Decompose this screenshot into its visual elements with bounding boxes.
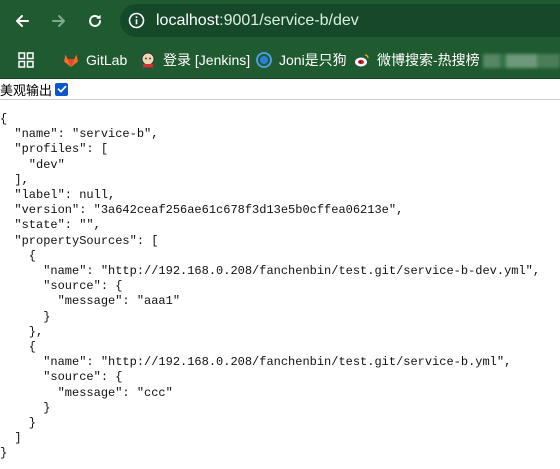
arrow-left-icon [16, 15, 29, 27]
pretty-print-toggle[interactable]: 美观输出 [0, 79, 69, 99]
jenkins-icon [141, 52, 155, 68]
pretty-print-checkbox[interactable] [55, 82, 69, 96]
globe-icon [256, 52, 272, 68]
forward-button[interactable] [46, 8, 72, 34]
url-text: localhost:9001/service-b/dev [156, 11, 359, 30]
divider [0, 99, 560, 100]
bookmark-joni[interactable]: Joni是只狗 [256, 50, 347, 70]
arrow-right-icon [52, 15, 65, 27]
url-host: localhost [156, 12, 220, 29]
reload-button[interactable] [82, 8, 108, 34]
pretty-print-label: 美观输出 [0, 82, 53, 98]
checkmark-icon [57, 85, 66, 93]
bookmark-jenkins[interactable]: 登录 [Jenkins] [140, 50, 250, 70]
url-path: :9001/service-b/dev [219, 12, 359, 29]
apps-grid-icon [18, 52, 34, 68]
bookmark-gitlab[interactable]: GitLab [63, 50, 127, 70]
bookmarks-bar: GitLab 登录 [Jenkins] Joni是只狗 微博搜索-热搜榜 [0, 41, 560, 79]
weibo-icon [355, 54, 369, 67]
bookmark-label: Joni是只狗 [279, 52, 347, 68]
reload-icon [89, 14, 101, 27]
json-content: { "name": "service-b", "profiles": [ "de… [0, 112, 541, 461]
address-bar[interactable]: localhost:9001/service-b/dev [120, 4, 560, 37]
bookmark-label: GitLab [86, 52, 128, 68]
back-button[interactable] [9, 8, 35, 34]
apps-button[interactable] [18, 50, 34, 70]
blurred-bookmark[interactable] [483, 54, 560, 68]
bookmark-weibo[interactable]: 微博搜索-热搜榜 [354, 50, 480, 70]
bookmark-label: 微博搜索-热搜榜 [377, 52, 480, 68]
gitlab-icon [64, 54, 78, 67]
browser-toolbar: localhost:9001/service-b/dev [0, 0, 560, 41]
site-info-icon[interactable] [128, 12, 145, 33]
bookmark-label: 登录 [Jenkins] [163, 52, 251, 68]
